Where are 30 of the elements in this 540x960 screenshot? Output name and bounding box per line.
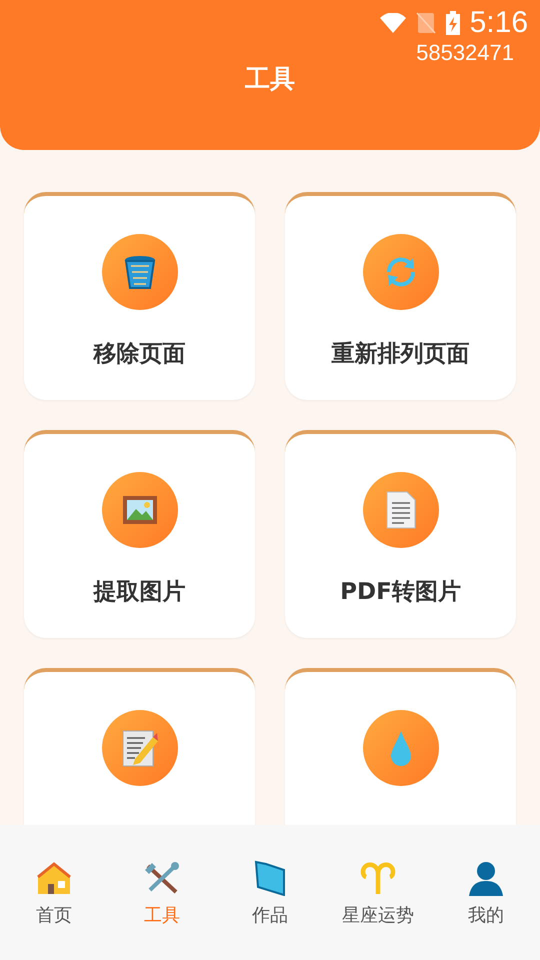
tool-card[interactable]: 移除页面 [24, 192, 255, 400]
framed-picture-icon [122, 495, 158, 525]
nav-tab[interactable]: 星座运势 [328, 859, 428, 960]
tool-card[interactable] [285, 668, 516, 825]
tool-card[interactable]: PDF转图片 [285, 430, 516, 638]
nav-tab[interactable]: 首页 [4, 859, 104, 960]
tool-card[interactable] [24, 668, 255, 825]
tool-label: 提取图片 [94, 578, 186, 607]
trash-can-icon [122, 254, 156, 290]
wifi-icon [380, 13, 406, 33]
nav-tab[interactable]: 我的 [436, 859, 536, 960]
nav-tab[interactable]: 作品 [220, 859, 320, 960]
code-number: 58532471 [416, 40, 514, 66]
document-icon [386, 491, 416, 529]
page-title: 工具 [245, 63, 295, 95]
clock-time: 5:16 [470, 6, 528, 40]
tool-card[interactable]: 重新排列页面 [285, 192, 516, 400]
tool-label: 移除页面 [94, 340, 186, 369]
water-drop-icon [390, 730, 412, 766]
tool-label: PDF转图片 [340, 578, 461, 607]
house-icon [37, 862, 71, 894]
hammer-wrench-icon [144, 862, 180, 894]
person-icon [468, 860, 504, 896]
battery-charging-icon [446, 11, 460, 35]
tool-label: 重新排列页面 [332, 340, 470, 369]
aries-sign-icon [359, 862, 397, 894]
no-sim-icon [416, 12, 436, 34]
folder-icon [254, 860, 286, 896]
tool-card[interactable]: 提取图片 [24, 430, 255, 638]
memo-pencil-icon [120, 729, 158, 767]
